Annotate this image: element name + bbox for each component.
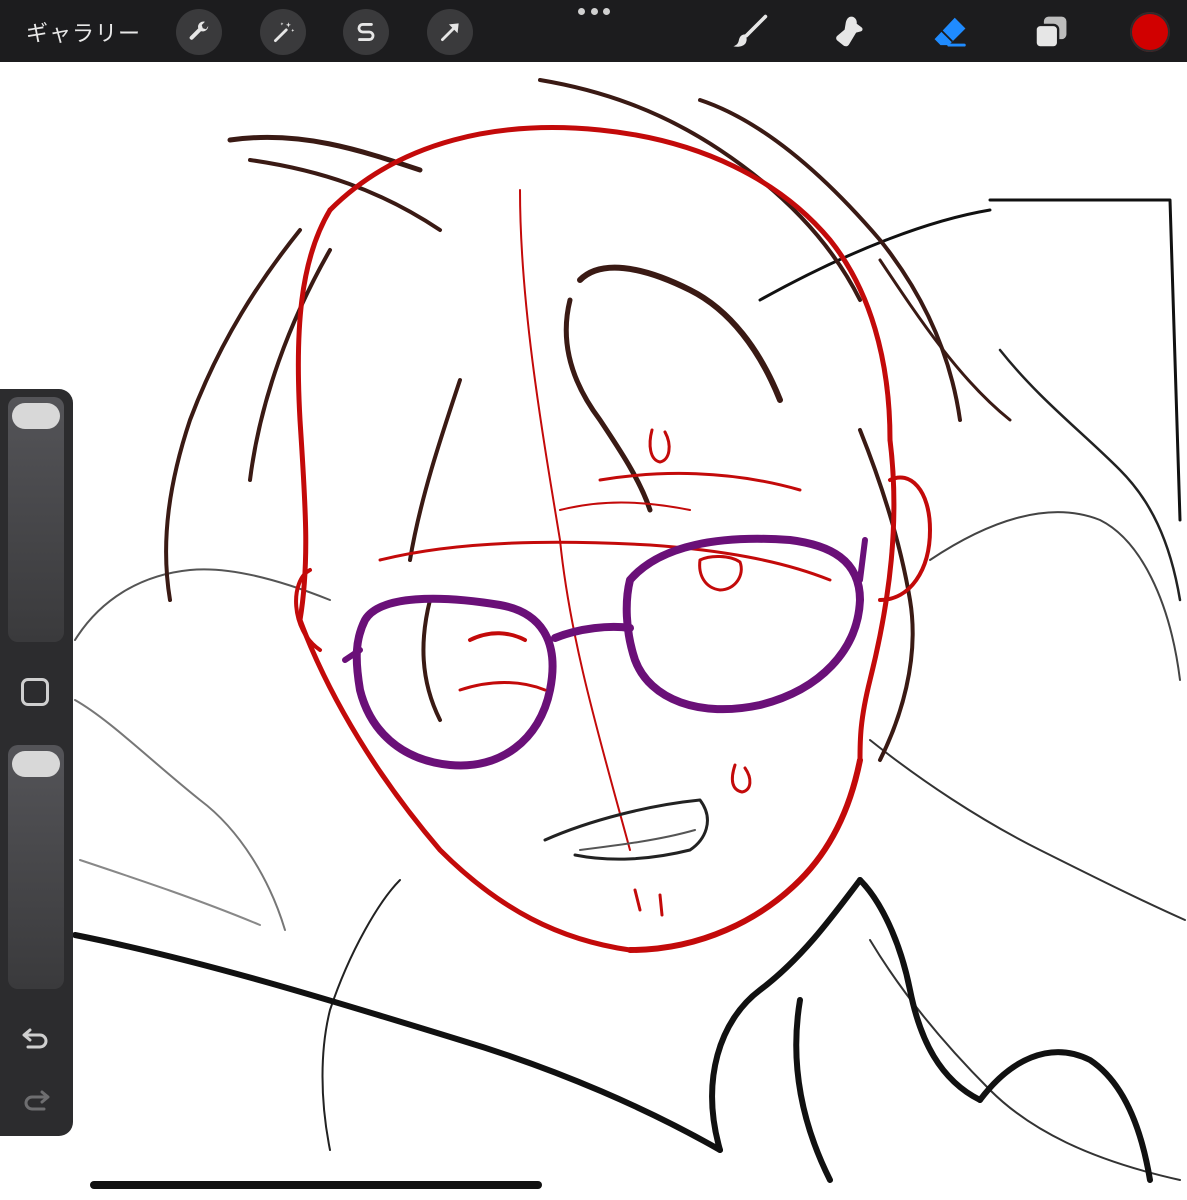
undo-icon: [22, 1028, 48, 1049]
sketch-stroke: [598, 471, 802, 492]
sketch-stroke: [988, 198, 1182, 522]
sketch-stroke: [698, 555, 743, 592]
sketch-stroke: [295, 207, 333, 623]
selection-button[interactable]: [343, 9, 389, 55]
transform-arrow-icon: [441, 23, 459, 41]
sketch-stroke: [622, 534, 864, 714]
sketch-stroke: [327, 125, 893, 443]
sketch-stroke: [468, 631, 527, 642]
brush-icon: [733, 14, 768, 47]
magic-wand-icon: [274, 22, 295, 43]
sketch-stroke: [378, 540, 832, 582]
layers-icon: [1034, 16, 1067, 49]
sketch-stroke: [878, 258, 1012, 422]
wrench-icon: [189, 21, 209, 40]
sketch-stroke: [408, 378, 462, 562]
sketch-stroke: [297, 617, 633, 953]
sketch-stroke: [658, 893, 664, 917]
sketch-stroke: [579, 829, 696, 851]
gallery-button[interactable]: ギャラリー: [26, 16, 141, 48]
sketch-stroke: [857, 877, 983, 1103]
sketch-stroke: [998, 348, 1182, 602]
sketch-stroke: [977, 1049, 1153, 1183]
home-indicator: [90, 1181, 542, 1189]
layers-button[interactable]: [1031, 12, 1071, 52]
opacity-slider[interactable]: [8, 745, 64, 989]
left-sidebar: [0, 389, 73, 1136]
sketch-stroke: [559, 501, 691, 511]
sketch-stroke: [79, 859, 261, 926]
drawing-canvas[interactable]: [0, 62, 1187, 1200]
sketch-stroke: [730, 763, 752, 794]
top-toolbar: ギャラリー: [0, 0, 1187, 62]
sketch-stroke: [869, 739, 1186, 921]
eraser-tool[interactable]: [930, 12, 970, 52]
sketch-stroke: [538, 78, 862, 302]
undo-button[interactable]: [16, 1021, 56, 1055]
more-options-button[interactable]: [578, 8, 610, 20]
sketch-stroke: [709, 877, 863, 1153]
transform-button[interactable]: [427, 9, 473, 55]
sketch-stroke: [352, 594, 557, 770]
actions-button[interactable]: [176, 9, 222, 55]
color-picker-button[interactable]: [1130, 12, 1170, 52]
square-modify-icon[interactable]: [21, 678, 49, 706]
opacity-thumb[interactable]: [12, 751, 60, 777]
sketch-stroke: [633, 888, 642, 912]
smudge-icon: [836, 16, 863, 47]
sketch-stroke: [929, 511, 1181, 681]
sketch-stroke: [164, 228, 302, 602]
sketch-stroke: [519, 189, 631, 851]
sketch-stroke: [74, 568, 331, 641]
sketch-stroke: [74, 699, 286, 931]
sketch-stroke: [421, 598, 442, 722]
brush-size-thumb[interactable]: [12, 403, 60, 429]
selection-s-icon: [357, 23, 375, 41]
ellipsis-icon: [578, 8, 585, 15]
redo-icon: [24, 1090, 50, 1111]
sketch-stroke: [648, 428, 671, 464]
sketch-stroke: [551, 622, 634, 642]
sketch-stroke: [698, 98, 962, 422]
adjustments-button[interactable]: [260, 9, 306, 55]
brush-size-slider[interactable]: [8, 397, 64, 642]
sketch-stroke: [857, 537, 868, 583]
smudge-tool[interactable]: [829, 12, 869, 52]
sketch-stroke: [577, 264, 783, 403]
sketch-stroke: [72, 932, 723, 1153]
brush-tool[interactable]: [730, 12, 770, 52]
sketch-stroke: [758, 208, 992, 302]
sketch-stroke: [793, 997, 833, 1183]
sketch-stroke: [543, 798, 709, 861]
sketch-stroke: [458, 681, 547, 692]
eraser-icon: [934, 17, 966, 47]
redo-button[interactable]: [16, 1083, 56, 1117]
